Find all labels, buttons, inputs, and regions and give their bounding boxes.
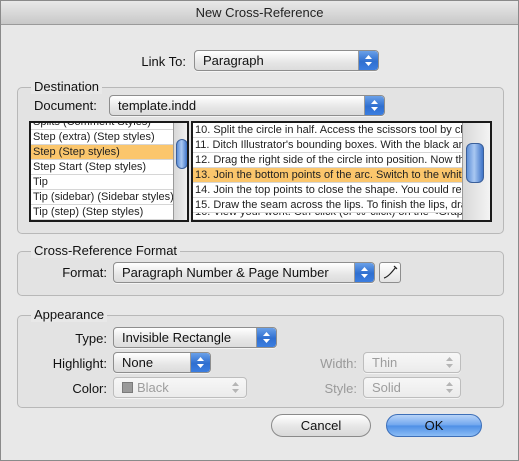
list-item-label: 12. Drag the right side of the circle in… — [195, 154, 463, 166]
document-popup[interactable]: template.indd — [109, 95, 385, 116]
popup-arrows-icon — [440, 353, 460, 372]
width-value: Thin — [372, 355, 398, 370]
list-item-label: Step (Step styles) — [33, 146, 120, 158]
highlight-label: Highlight: — [52, 356, 107, 371]
list-item-label: 13. Join the bottom points of the arc. S… — [195, 169, 463, 181]
list-item-label: 10. Split the circle in half. Access the… — [195, 124, 463, 136]
cancel-button[interactable]: Cancel — [271, 414, 371, 437]
color-swatch — [122, 382, 133, 393]
list-item[interactable]: 11. Ditch Illustrator's bounding boxes. … — [193, 138, 463, 153]
paragraph-list-items: 10. Split the circle in half. Access the… — [193, 123, 463, 220]
highlight-value: None — [122, 355, 154, 370]
list-item[interactable]: Tip — [31, 175, 173, 190]
format-label: Format: — [62, 265, 107, 280]
type-popup[interactable]: Invisible Rectangle — [113, 327, 277, 348]
popup-arrows-icon — [256, 328, 276, 347]
popup-arrows-icon — [358, 51, 378, 70]
list-item[interactable]: 15. Draw the seam across the lips. To fi… — [193, 198, 463, 213]
list-item[interactable]: Tip (step) (Step styles) — [31, 205, 173, 220]
link-to-label: Link To: — [141, 54, 186, 69]
popup-arrows-icon — [440, 378, 460, 397]
list-item[interactable]: Step Start (Step styles) — [31, 160, 173, 175]
list-item-label: 11. Ditch Illustrator's bounding boxes. … — [195, 139, 463, 151]
type-value: Invisible Rectangle — [122, 330, 232, 345]
list-item-label: Step Start (Step styles) — [33, 161, 147, 173]
color-popup[interactable]: Black — [113, 377, 247, 398]
styles-scroll-thumb[interactable] — [176, 139, 187, 169]
list-item[interactable]: Tip (sidebar) (Sidebar styles) — [31, 190, 173, 205]
styles-scrollbar[interactable] — [173, 123, 187, 220]
list-item[interactable]: 10. Split the circle in half. Access the… — [193, 123, 463, 138]
paragraphs-list[interactable]: 10. Split the circle in half. Access the… — [191, 121, 492, 222]
style-value: Solid — [372, 380, 401, 395]
format-group-title: Cross-Reference Format — [31, 243, 181, 258]
width-label: Width: — [320, 356, 357, 371]
list-item[interactable]: 16. View your work. Ctrl-click (or ⌘-cli… — [193, 213, 463, 220]
document-value: template.indd — [118, 98, 197, 113]
list-item-label: 14. Join the top points to close the sha… — [195, 184, 463, 196]
highlight-popup[interactable]: None — [113, 352, 211, 373]
popup-arrows-icon — [354, 263, 374, 282]
width-popup[interactable]: Thin — [363, 352, 461, 373]
list-item-label: 16. View your work. Ctrl-click (or ⌘-cli… — [195, 213, 463, 219]
list-item-label: Step (extra) (Step styles) — [33, 131, 155, 143]
list-item-label: 15. Draw the seam across the lips. To fi… — [195, 199, 463, 211]
style-popup[interactable]: Solid — [363, 377, 461, 398]
window-title: New Cross-Reference — [1, 1, 518, 25]
style-label: Style: — [324, 381, 357, 396]
popup-arrows-icon — [364, 96, 384, 115]
dialog-window: New Cross-Reference Link To: Paragraph D… — [0, 0, 519, 461]
list-item[interactable]: 12. Drag the right side of the circle in… — [193, 153, 463, 168]
popup-arrows-icon — [190, 353, 210, 372]
list-item-label: Tip (sidebar) (Sidebar styles) — [33, 191, 173, 203]
list-item-label: Tip (step) (Step styles) — [33, 206, 144, 218]
pencil-icon — [383, 265, 398, 279]
styles-list-items: Splits (Comment Styles) Step (extra) (Ste… — [31, 123, 173, 220]
link-to-popup[interactable]: Paragraph — [194, 50, 379, 71]
color-value: Black — [137, 380, 169, 395]
link-to-value: Paragraph — [203, 53, 264, 68]
list-item-label: Splits (Comment Styles) — [33, 123, 173, 129]
paragraph-styles-list[interactable]: Splits (Comment Styles) Step (extra) (Ste… — [29, 121, 189, 222]
ok-button[interactable]: OK — [386, 414, 482, 437]
list-item[interactable]: Splits (Comment Styles) — [31, 123, 173, 130]
paragraphs-scroll-thumb[interactable] — [466, 143, 484, 183]
list-item[interactable]: Step (extra) (Step styles) — [31, 130, 173, 145]
format-popup[interactable]: Paragraph Number & Page Number — [113, 262, 375, 283]
edit-format-pencil-button[interactable] — [379, 262, 401, 283]
type-label: Type: — [75, 331, 107, 346]
list-item[interactable]: Step (Step styles) — [31, 145, 173, 160]
popup-arrows-icon — [226, 378, 246, 397]
color-label: Color: — [72, 381, 107, 396]
appearance-title: Appearance — [31, 307, 108, 322]
list-item-label: Tip — [33, 176, 48, 188]
format-value: Paragraph Number & Page Number — [122, 265, 329, 280]
list-item[interactable]: 14. Join the top points to close the sha… — [193, 183, 463, 198]
destination-title: Destination — [31, 79, 103, 94]
document-label: Document: — [34, 98, 97, 113]
list-item[interactable]: 13. Join the bottom points of the arc. S… — [193, 168, 463, 183]
paragraphs-scrollbar[interactable] — [462, 123, 490, 220]
